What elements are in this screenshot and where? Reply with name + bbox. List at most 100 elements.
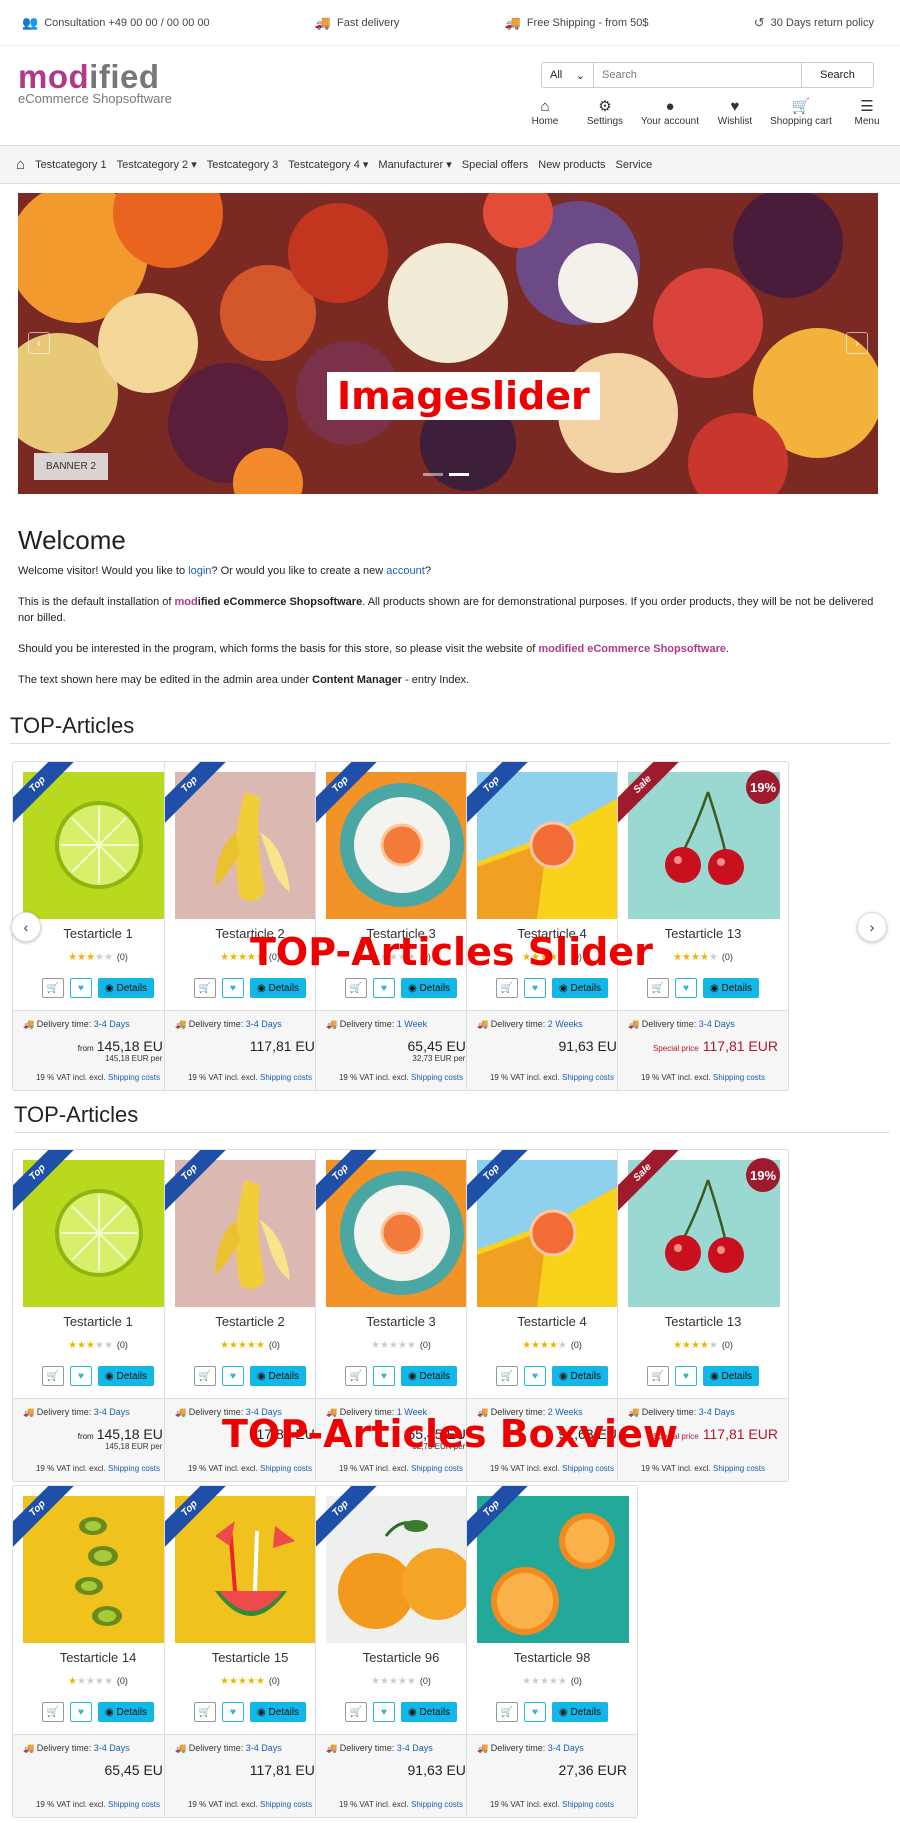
logo[interactable]: modified eCommerce Shopsoftware [18,60,172,107]
details-button[interactable]: ◉ Details [552,1702,608,1722]
details-button[interactable]: ◉ Details [552,1366,608,1386]
add-to-cart-button[interactable]: 🛒 [42,978,64,998]
product-name[interactable]: Testarticle 98 [467,1650,637,1665]
product-image[interactable] [477,1496,629,1643]
details-button[interactable]: ◉ Details [401,1702,457,1722]
shipping-costs-link[interactable]: Shipping costs [562,1073,614,1082]
add-to-cart-button[interactable]: 🛒 [42,1702,64,1722]
product-card[interactable]: Sale 19% Testarticle 13 ★★★★★ (0) 🛒 ♥ ◉ Details… [617,761,789,1091]
product-card[interactable]: Top Testarticle 15 ★★★★★ (0) 🛒 ♥ ◉ Details 🚚 De… [164,1485,336,1818]
add-to-wishlist-button[interactable]: ♥ [675,978,697,998]
add-to-wishlist-button[interactable]: ♥ [222,1702,244,1722]
add-to-wishlist-button[interactable]: ♥ [524,978,546,998]
product-image[interactable] [175,772,327,919]
delivery-time-link[interactable]: 3-4 Days [699,1019,735,1029]
product-image[interactable] [23,1160,175,1307]
product-image[interactable] [175,1160,327,1307]
product-name[interactable]: Testarticle 96 [316,1650,486,1665]
product-card[interactable]: Top Testarticle 4 ★★★★★ (0) 🛒 ♥ ◉ Details 🚚 Del… [466,761,638,1091]
add-to-wishlist-button[interactable]: ♥ [524,1366,546,1386]
product-image[interactable] [477,1160,629,1307]
nav-cart[interactable]: 🛒 Shopping cart [765,98,837,127]
add-to-wishlist-button[interactable]: ♥ [70,1702,92,1722]
details-button[interactable]: ◉ Details [98,978,154,998]
product-card[interactable]: Top Testarticle 2 ★★★★★ (0) 🛒 ♥ ◉ Details 🚚 Del… [164,761,336,1091]
add-to-cart-button[interactable]: 🛒 [496,1702,518,1722]
shipping-costs-link[interactable]: Shipping costs [713,1073,765,1082]
shipping-costs-link[interactable]: Shipping costs [562,1464,614,1473]
slider-next-arrow[interactable]: › [857,912,887,942]
details-button[interactable]: ◉ Details [401,978,457,998]
delivery-time-link[interactable]: 3-4 Days [94,1019,130,1029]
modified-website-link[interactable]: modified eCommerce Shopsoftware [538,643,726,655]
product-name[interactable]: Testarticle 4 [467,1314,637,1329]
slider-next-button[interactable]: › [846,332,868,354]
add-to-wishlist-button[interactable]: ♥ [373,1366,395,1386]
category-link[interactable]: Service [616,159,653,171]
search-input[interactable]: Search [594,63,801,87]
product-name[interactable]: Testarticle 1 [13,1314,183,1329]
delivery-time-link[interactable]: 3-4 Days [548,1743,584,1753]
nav-menu[interactable]: ☰ Menu [837,98,897,127]
delivery-time-link[interactable]: 2 Weeks [548,1019,583,1029]
account-link[interactable]: account [386,565,425,577]
shipping-costs-link[interactable]: Shipping costs [108,1073,160,1082]
product-image[interactable] [23,1496,175,1643]
shipping-costs-link[interactable]: Shipping costs [713,1464,765,1473]
details-button[interactable]: ◉ Details [250,1702,306,1722]
nav-account[interactable]: ● Your account [635,98,705,127]
delivery-time-link[interactable]: 3-4 Days [94,1407,130,1417]
product-card[interactable]: Top Testarticle 98 ★★★★★ (0) 🛒 ♥ ◉ Details 🚚 De… [466,1485,638,1818]
slider-prev-button[interactable]: ‹ [28,332,50,354]
product-name[interactable]: Testarticle 2 [165,1314,335,1329]
delivery-time-link[interactable]: 1 Week [397,1019,427,1029]
add-to-cart-button[interactable]: 🛒 [647,978,669,998]
details-button[interactable]: ◉ Details [98,1366,154,1386]
slider-dot[interactable] [423,473,443,476]
category-link[interactable]: Testcategory 4 ▾ [288,158,368,171]
add-to-wishlist-button[interactable]: ♥ [373,978,395,998]
add-to-wishlist-button[interactable]: ♥ [675,1366,697,1386]
delivery-time-link[interactable]: 3-4 Days [699,1407,735,1417]
shipping-costs-link[interactable]: Shipping costs [260,1800,312,1809]
product-card[interactable]: Top Testarticle 96 ★★★★★ (0) 🛒 ♥ ◉ Details 🚚 De… [315,1485,487,1818]
product-image[interactable] [23,772,175,919]
product-image[interactable] [326,1496,478,1643]
add-to-cart-button[interactable]: 🛒 [42,1366,64,1386]
product-name[interactable]: Testarticle 14 [13,1650,183,1665]
home-icon[interactable]: ⌂ [16,156,25,173]
product-card[interactable]: Top Testarticle 14 ★★★★★ (0) 🛒 ♥ ◉ Details 🚚 De… [12,1485,184,1818]
product-name[interactable]: Testarticle 15 [165,1650,335,1665]
slider-prev-arrow[interactable]: ‹ [11,912,41,942]
add-to-wishlist-button[interactable]: ♥ [70,1366,92,1386]
product-name[interactable]: Testarticle 3 [316,1314,486,1329]
nav-wishlist[interactable]: ♥ Wishlist [705,98,765,127]
add-to-wishlist-button[interactable]: ♥ [373,1702,395,1722]
product-name[interactable]: Testarticle 13 [618,1314,788,1329]
add-to-cart-button[interactable]: 🛒 [345,1366,367,1386]
delivery-time-link[interactable]: 3-4 Days [246,1743,282,1753]
product-card[interactable]: Top Testarticle 1 ★★★★★ (0) 🛒 ♥ ◉ Details 🚚 Del… [12,1149,184,1482]
product-image[interactable] [326,772,478,919]
login-link[interactable]: login [188,565,211,577]
add-to-cart-button[interactable]: 🛒 [194,1702,216,1722]
delivery-time-link[interactable]: 3-4 Days [94,1743,130,1753]
add-to-cart-button[interactable]: 🛒 [345,978,367,998]
add-to-wishlist-button[interactable]: ♥ [222,978,244,998]
nav-settings[interactable]: ⚙ Settings [575,98,635,127]
shipping-costs-link[interactable]: Shipping costs [562,1800,614,1809]
delivery-time-link[interactable]: 3-4 Days [397,1743,433,1753]
details-button[interactable]: ◉ Details [401,1366,457,1386]
shipping-costs-link[interactable]: Shipping costs [411,1800,463,1809]
add-to-wishlist-button[interactable]: ♥ [70,978,92,998]
category-link[interactable]: New products [538,159,605,171]
product-image[interactable] [175,1496,327,1643]
add-to-cart-button[interactable]: 🛒 [647,1366,669,1386]
category-link[interactable]: Manufacturer ▾ [378,158,451,171]
add-to-cart-button[interactable]: 🛒 [194,978,216,998]
category-link[interactable]: Testcategory 1 [35,159,107,171]
details-button[interactable]: ◉ Details [98,1702,154,1722]
product-image[interactable] [326,1160,478,1307]
category-link[interactable]: Testcategory 2 ▾ [117,158,197,171]
search-category-select[interactable]: All ⌄ [542,63,594,87]
